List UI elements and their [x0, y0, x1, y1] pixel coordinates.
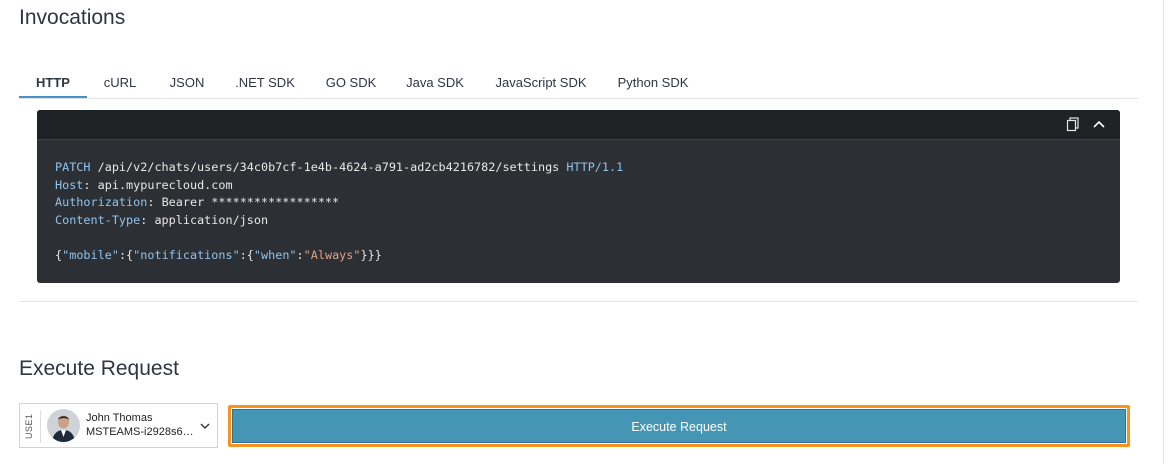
http-request-code: PATCH /api/v2/chats/users/34c0b7cf-1e4b-…	[55, 160, 624, 262]
json-key-notifications: "notifications"	[133, 247, 240, 262]
region-label: USE1	[24, 413, 34, 439]
code-toolbar	[37, 110, 1120, 140]
http-protocol: HTTP/1.1	[566, 160, 624, 174]
user-select-dropdown[interactable]: USE1 John Thomas MSTEAMS-i2928s6v...	[19, 403, 218, 448]
authorization-value: Bearer ******************	[161, 195, 340, 210]
tab-curl[interactable]: cURL	[101, 70, 139, 97]
right-edge-border	[1163, 0, 1164, 464]
json-punct: :{	[118, 247, 134, 262]
tab-json[interactable]: JSON	[166, 70, 208, 97]
user-name: John Thomas	[86, 412, 153, 424]
tab-python-sdk[interactable]: Python SDK	[617, 70, 689, 97]
invocation-tabs: HTTP cURL JSON .NET SDK GO SDK Java SDK …	[19, 70, 1138, 99]
json-punct: :	[296, 247, 304, 262]
copy-icon[interactable]	[1065, 116, 1081, 132]
tab-http[interactable]: HTTP	[19, 70, 87, 98]
tab-java-sdk[interactable]: Java SDK	[405, 70, 465, 97]
execute-request-heading: Execute Request	[19, 357, 179, 380]
chevron-up-icon[interactable]	[1091, 116, 1107, 132]
section-divider	[19, 301, 1138, 302]
http-method: PATCH	[55, 160, 91, 174]
json-value-always: "Always"	[303, 247, 361, 262]
json-brace: }}}	[360, 247, 382, 262]
chevron-down-icon	[199, 419, 211, 431]
content-type-value: application/json	[154, 212, 269, 227]
code-panel: PATCH /api/v2/chats/users/34c0b7cf-1e4b-…	[37, 110, 1120, 283]
tab-javascript-sdk[interactable]: JavaScript SDK	[495, 70, 587, 97]
region-separator	[40, 410, 41, 443]
json-key-when: "when"	[253, 247, 297, 262]
user-id: MSTEAMS-i2928s6v...	[86, 426, 194, 438]
avatar	[47, 409, 80, 442]
tab-dotnet-sdk[interactable]: .NET SDK	[234, 70, 296, 97]
host-value: api.mypurecloud.com	[97, 177, 233, 192]
json-key-mobile: "mobile"	[62, 247, 119, 262]
tab-go-sdk[interactable]: GO SDK	[323, 70, 379, 97]
json-punct: :{	[239, 247, 254, 262]
authorization-key: Authorization	[55, 195, 148, 210]
execute-request-button[interactable]: Execute Request	[232, 409, 1126, 443]
host-key: Host	[55, 177, 84, 192]
content-type-key: Content-Type	[55, 212, 141, 227]
invocations-heading: Invocations	[19, 6, 126, 29]
request-path: /api/v2/chats/users/34c0b7cf-1e4b-4624-a…	[97, 160, 560, 174]
